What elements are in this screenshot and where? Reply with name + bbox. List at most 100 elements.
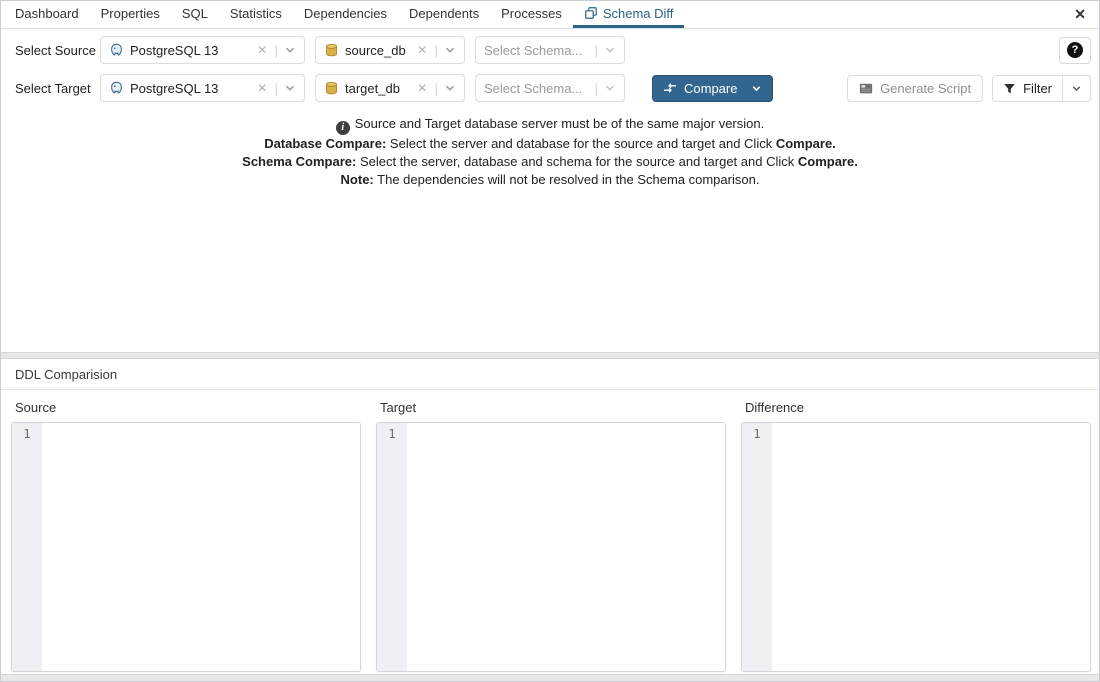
funnel-icon — [1003, 82, 1016, 95]
ddl-target-column: Target 1 — [376, 396, 726, 672]
source-schema-select[interactable]: Select Schema... | — [475, 36, 625, 64]
tab-label: Dashboard — [15, 6, 79, 21]
generate-script-button[interactable]: Generate Script — [847, 75, 983, 102]
clear-icon[interactable]: ✕ — [257, 81, 267, 95]
difference-ddl-code[interactable] — [772, 423, 1090, 671]
target-row: Select Target PostgreSQL 13 ✕ | — [1, 74, 1091, 102]
info-bold: Database Compare: — [264, 136, 386, 151]
difference-ddl-editor[interactable]: 1 — [741, 422, 1091, 672]
separator: | — [434, 80, 438, 96]
source-row: Select Source PostgreSQL 13 ✕ | — [1, 36, 1091, 64]
tab-label: Dependents — [409, 6, 479, 21]
compare-button-label: Compare — [684, 81, 737, 96]
ddl-columns: Source 1 Target 1 Difference 1 — [1, 390, 1099, 672]
tab-sql[interactable]: SQL — [171, 1, 219, 28]
target-ddl-code[interactable] — [407, 423, 725, 671]
source-ddl-editor[interactable]: 1 — [11, 422, 361, 672]
info-text: The dependencies will not be resolved in… — [377, 172, 759, 187]
ddl-difference-column: Difference 1 — [741, 396, 1091, 672]
compare-button[interactable]: Compare — [652, 75, 773, 102]
info-bold: Schema Compare: — [242, 154, 356, 169]
filter-button-label: Filter — [1023, 81, 1052, 96]
chevron-down-icon[interactable] — [284, 82, 296, 94]
target-database-value: target_db — [345, 81, 411, 96]
info-line-2: Database Compare: Select the server and … — [1, 135, 1099, 153]
tab-processes[interactable]: Processes — [490, 1, 573, 28]
tab-label: Schema Diff — [603, 6, 674, 21]
source-ddl-code[interactable] — [42, 423, 360, 671]
info-block: i Source and Target database server must … — [1, 115, 1099, 189]
line-number-gutter: 1 — [12, 423, 42, 671]
separator: | — [274, 80, 278, 96]
schema-diff-window: Dashboard Properties SQL Statistics Depe… — [0, 0, 1100, 682]
postgresql-icon — [109, 43, 124, 58]
database-icon — [324, 43, 339, 58]
ddl-comparison-panel: DDL Comparision Source 1 Target 1 Differ… — [1, 358, 1099, 675]
info-line-4: Note: The dependencies will not be resol… — [1, 171, 1099, 189]
separator: | — [594, 80, 598, 96]
info-bold: Compare. — [776, 136, 836, 151]
ddl-comparison-title: DDL Comparision — [1, 359, 1099, 390]
postgresql-icon — [109, 81, 124, 96]
ddl-source-header: Source — [15, 400, 361, 415]
chevron-down-icon[interactable] — [1062, 76, 1090, 101]
tab-schema-diff[interactable]: Schema Diff — [573, 1, 685, 28]
clear-icon[interactable]: ✕ — [417, 81, 427, 95]
chevron-down-icon[interactable] — [444, 44, 456, 56]
select-target-label: Select Target — [1, 81, 100, 96]
question-icon: ? — [1067, 42, 1083, 58]
target-ddl-editor[interactable]: 1 — [376, 422, 726, 672]
clear-icon[interactable]: ✕ — [257, 43, 267, 57]
tab-label: SQL — [182, 6, 208, 21]
info-line-1: i Source and Target database server must … — [1, 115, 1099, 135]
chevron-down-icon[interactable] — [444, 82, 456, 94]
filter-button[interactable]: Filter — [992, 75, 1091, 102]
separator: | — [274, 42, 278, 58]
info-line-3: Schema Compare: Select the server, datab… — [1, 153, 1099, 171]
generate-script-label: Generate Script — [880, 81, 971, 96]
target-server-value: PostgreSQL 13 — [130, 81, 251, 96]
info-bold: Compare. — [798, 154, 858, 169]
chevron-down-icon[interactable] — [745, 83, 768, 94]
source-database-value: source_db — [345, 43, 411, 58]
ddl-source-column: Source 1 — [11, 396, 361, 672]
select-source-label: Select Source — [1, 43, 100, 58]
tab-properties[interactable]: Properties — [90, 1, 171, 28]
target-database-select[interactable]: target_db ✕ | — [315, 74, 465, 102]
tab-dependents[interactable]: Dependents — [398, 1, 490, 28]
schema-diff-icon — [584, 6, 598, 20]
info-icon: i — [336, 121, 350, 135]
ddl-difference-header: Difference — [745, 400, 1091, 415]
tab-label: Processes — [501, 6, 562, 21]
separator: | — [434, 42, 438, 58]
tab-bar: Dashboard Properties SQL Statistics Depe… — [1, 1, 1099, 29]
info-text: Source and Target database server must b… — [355, 116, 764, 131]
tab-statistics[interactable]: Statistics — [219, 1, 293, 28]
target-schema-placeholder: Select Schema... — [484, 81, 594, 96]
compare-arrows-icon — [663, 82, 677, 94]
chevron-down-icon[interactable] — [604, 44, 616, 56]
line-number-gutter: 1 — [377, 423, 407, 671]
source-database-select[interactable]: source_db ✕ | — [315, 36, 465, 64]
source-schema-placeholder: Select Schema... — [484, 43, 594, 58]
tab-label: Dependencies — [304, 6, 387, 21]
info-bold: Note: — [341, 172, 374, 187]
source-server-select[interactable]: PostgreSQL 13 ✕ | — [100, 36, 305, 64]
tab-dashboard[interactable]: Dashboard — [1, 1, 90, 28]
target-schema-select[interactable]: Select Schema... | — [475, 74, 625, 102]
clear-icon[interactable]: ✕ — [417, 43, 427, 57]
chevron-down-icon[interactable] — [604, 82, 616, 94]
close-icon[interactable]: ✕ — [1061, 1, 1099, 28]
tab-dependencies[interactable]: Dependencies — [293, 1, 398, 28]
filter-button-main[interactable]: Filter — [993, 76, 1062, 101]
target-server-select[interactable]: PostgreSQL 13 ✕ | — [100, 74, 305, 102]
info-text: Select the server, database and schema f… — [360, 154, 794, 169]
tab-label: Statistics — [230, 6, 282, 21]
info-text: Select the server and database for the s… — [390, 136, 772, 151]
source-server-value: PostgreSQL 13 — [130, 43, 251, 58]
help-button[interactable]: ? — [1059, 37, 1091, 64]
separator: | — [594, 42, 598, 58]
chevron-down-icon[interactable] — [284, 44, 296, 56]
line-number-gutter: 1 — [742, 423, 772, 671]
ddl-target-header: Target — [380, 400, 726, 415]
